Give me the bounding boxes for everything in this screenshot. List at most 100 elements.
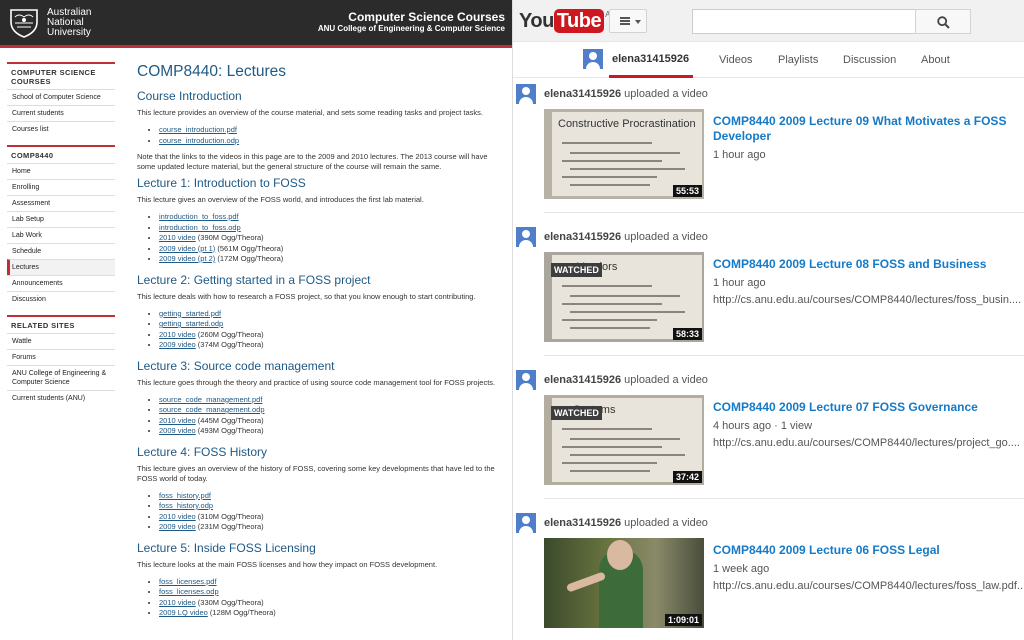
resource-list: course_introduction.pdf course_introducti…	[137, 125, 507, 146]
anu-wordmark[interactable]: Australian National University	[47, 8, 127, 38]
watched-badge: WATCHED	[551, 406, 602, 420]
resource-item: 2009 video (231M Ogg/Theora)	[159, 522, 507, 533]
resource-item: introduction_to_foss.pdf	[159, 212, 507, 223]
anu-wordmark-line: University	[47, 27, 91, 38]
resource-size: (561M Ogg/Theora)	[215, 243, 284, 253]
sidebar-item-wattle[interactable]: Wattle	[7, 333, 115, 349]
section-description: This lecture provides an overview of the…	[137, 108, 483, 117]
sidebar-item-lab-work[interactable]: Lab Work	[7, 227, 115, 243]
resource-link[interactable]: 2009 LQ video	[159, 608, 208, 617]
resource-link[interactable]: 2009 video	[159, 522, 196, 531]
resource-item: 2009 video (374M Ogg/Theora)	[159, 340, 507, 351]
resource-size: (390M Ogg/Theora)	[195, 233, 264, 242]
uploader-avatar[interactable]	[516, 370, 536, 390]
sidebar-heading: COMP8440	[7, 145, 115, 163]
resource-item: foss_licenses.pdf	[159, 577, 507, 588]
sidebar-item-courses-list[interactable]: Courses list	[7, 121, 115, 137]
resource-link[interactable]: course_introduction.odp	[159, 136, 239, 145]
sidebar-group: RELATED SITES Wattle Forums ANU College of …	[7, 315, 115, 406]
resource-item: 2010 video (260M Ogg/Theora)	[159, 330, 507, 341]
uploader-avatar[interactable]	[516, 84, 536, 104]
resource-link[interactable]: 2010 video	[159, 233, 196, 242]
sidebar-nav: COMPUTER SCIENCE COURSES School of Comput…	[7, 62, 115, 414]
video-title-link[interactable]: COMP8440 2009 Lecture 07 FOSS Governance	[713, 400, 1013, 415]
uploader-name[interactable]: elena31415926	[544, 231, 621, 243]
upload-line: elena31415926 uploaded a video	[544, 374, 708, 386]
video-title-link[interactable]: COMP8440 2009 Lecture 08 FOSS and Busine…	[713, 257, 1013, 272]
sidebar-item-assessment[interactable]: Assessment	[7, 195, 115, 211]
resource-list: getting_started.pdfgetting_started.odp 20…	[137, 309, 507, 351]
resource-link[interactable]: foss_licenses.odp	[159, 587, 219, 596]
resource-item: foss_history.odp	[159, 501, 507, 512]
resource-link[interactable]: getting_started.pdf	[159, 309, 221, 318]
anu-course-page: Australian National University Computer …	[0, 0, 512, 640]
section-description: This lecture gives an overview of the FO…	[137, 195, 424, 204]
uploader-name[interactable]: elena31415926	[544, 517, 621, 529]
video-title-link[interactable]: COMP8440 2009 Lecture 09 What Motivates …	[713, 114, 1013, 144]
section-description: This lecture looks at the main FOSS lice…	[137, 559, 438, 569]
youtube-channel-page: YouTubeAU elena31415926 Videos Playlists…	[512, 0, 1024, 640]
resource-size: (231M Ogg/Theora)	[195, 522, 264, 531]
uploader-name[interactable]: elena31415926	[544, 88, 621, 100]
sidebar-item-discussion[interactable]: Discussion	[7, 291, 115, 307]
resource-link[interactable]: 2010 video	[159, 416, 196, 425]
resource-link[interactable]: 2010 video	[159, 512, 196, 521]
resource-link[interactable]: 2009 video	[159, 426, 196, 435]
resource-size: (493M Ogg/Theora)	[195, 426, 264, 435]
resource-size: (128M Ogg/Theora)	[207, 608, 276, 617]
resource-link[interactable]: source_code_management.pdf	[159, 395, 262, 404]
anu-crest-icon[interactable]	[7, 8, 41, 38]
resource-link[interactable]: foss_licenses.pdf	[159, 577, 217, 586]
resource-link[interactable]: foss_history.pdf	[159, 491, 211, 500]
resource-list: foss_licenses.pdffoss_licenses.odp 2010 v…	[137, 577, 507, 619]
uploader-name[interactable]: elena31415926	[544, 374, 621, 386]
sidebar-item-enrolling[interactable]: Enrolling	[7, 179, 115, 195]
resource-link[interactable]: introduction_to_foss.pdf	[159, 212, 239, 221]
video-title-link[interactable]: COMP8440 2009 Lecture 06 FOSS Legal	[713, 543, 1013, 558]
sidebar-item-schedule[interactable]: Schedule	[7, 243, 115, 259]
sidebar-item-current-students-anu[interactable]: Current students (ANU)	[7, 390, 115, 406]
resource-item: getting_started.odp	[159, 319, 507, 330]
uploader-avatar[interactable]	[516, 513, 536, 533]
resource-size: (260M Ogg/Theora)	[195, 329, 264, 339]
feed-item: elena31415926 uploaded a videoare Vendor…	[513, 143, 1024, 342]
resource-item: 2009 video (pt 1) (561M Ogg/Theora)	[159, 244, 507, 255]
sidebar-item-announcements[interactable]: Announcements	[7, 275, 115, 291]
upload-line: elena31415926 uploaded a video	[544, 517, 708, 529]
resource-list: foss_history.pdffoss_history.odp 2010 vid…	[137, 491, 507, 533]
lecture-sections: Course Introduction This lecture provides…	[137, 89, 507, 619]
sidebar-item-lectures[interactable]: Lectures	[7, 259, 115, 275]
sidebar-heading: RELATED SITES	[7, 315, 115, 333]
resource-size: (374M Ogg/Theora)	[195, 340, 264, 349]
feed-item: elena31415926 uploaded a video Constructi…	[513, 0, 1024, 199]
main-content: COMP8440: Lectures Course Introduction Th…	[137, 63, 507, 627]
sidebar-item-school-of-computer-science[interactable]: School of Computer Science	[7, 89, 115, 105]
upload-action: uploaded a video	[621, 517, 708, 529]
site-title[interactable]: Computer Science Courses	[348, 10, 505, 24]
video-thumbnail[interactable]: 1:09:01	[544, 538, 704, 628]
uploader-avatar[interactable]	[516, 227, 536, 247]
slide-title: Constructive Procrastination	[558, 118, 696, 130]
resource-link[interactable]: course_introduction.pdf	[159, 125, 237, 134]
sidebar-item-home[interactable]: Home	[7, 163, 115, 179]
resource-link[interactable]: introduction_to_foss.odp	[159, 223, 241, 232]
sidebar-item-anu-college-of-engineering-computer-science[interactable]: ANU College of Engineering & Computer Sc…	[7, 365, 115, 390]
section-heading: Lecture 2: Getting started in a FOSS pro…	[137, 272, 371, 287]
sidebar-item-forums[interactable]: Forums	[7, 349, 115, 365]
resource-link[interactable]: 2009 video (pt 1)	[159, 244, 215, 253]
resource-link[interactable]: 2010 video	[159, 598, 196, 607]
resource-link[interactable]: source_code_management.odp	[159, 405, 265, 414]
site-subtitle: ANU College of Engineering & Computer Sc…	[317, 24, 505, 33]
resource-link[interactable]: 2009 video	[159, 340, 196, 349]
sidebar-item-lab-setup[interactable]: Lab Setup	[7, 211, 115, 227]
resource-item: foss_licenses.odp	[159, 587, 507, 598]
resource-link[interactable]: foss_history.odp	[159, 501, 213, 510]
resource-link[interactable]: getting_started.odp	[159, 319, 223, 328]
resource-item: 2010 video (330M Ogg/Theora)	[159, 598, 507, 609]
resource-link[interactable]: 2009 video (pt 2)	[159, 254, 215, 263]
anu-header: Australian National University Computer …	[0, 0, 512, 48]
resource-size: (310M Ogg/Theora)	[195, 511, 264, 521]
resource-list: introduction_to_foss.pdf introduction_to_…	[137, 212, 507, 265]
sidebar-item-current-students[interactable]: Current students	[7, 105, 115, 121]
resource-link[interactable]: 2010 video	[159, 330, 196, 339]
